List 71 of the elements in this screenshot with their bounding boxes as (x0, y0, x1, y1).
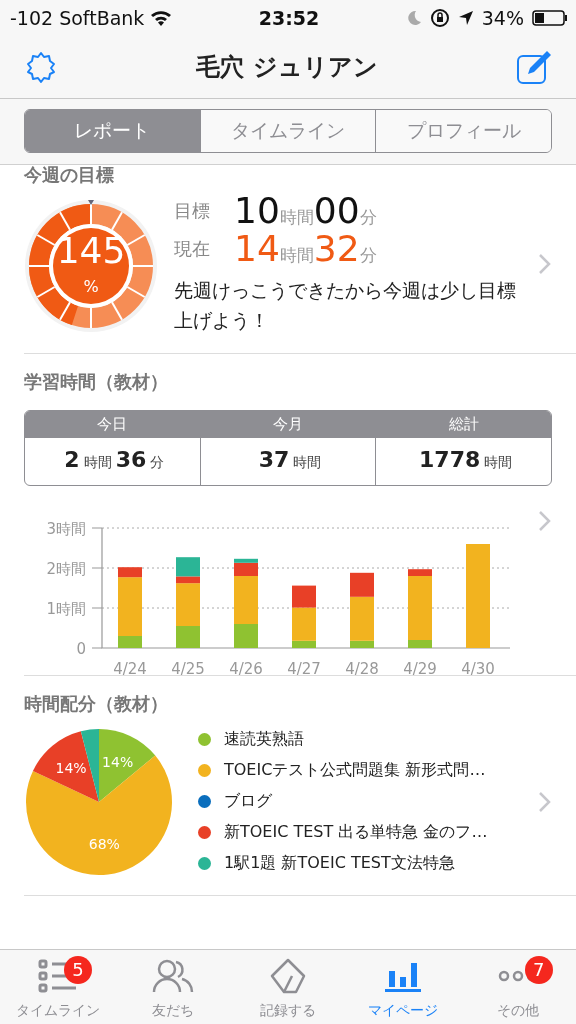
time-value: 37 (258, 447, 290, 472)
people-icon (151, 959, 194, 993)
slice-label: 14% (102, 753, 134, 770)
tab-bar-item[interactable]: 記録する (230, 950, 346, 1024)
chevron-right-icon[interactable] (538, 790, 552, 813)
segment-tab[interactable]: レポート (25, 110, 200, 152)
time-value: 36 (115, 447, 147, 472)
axis-label: 4/26 (229, 660, 263, 676)
settings-icon[interactable] (24, 50, 58, 84)
minutes-unit: 分 (359, 207, 377, 229)
minutes-unit: 分 (359, 244, 377, 267)
column-header: 今日 (25, 411, 200, 438)
battery-icon (532, 10, 568, 26)
hours-value: 10 (234, 191, 280, 231)
axis-label: 1時間 (46, 600, 86, 618)
hours-unit: 時間 (279, 244, 314, 267)
axis-label: 4/28 (345, 660, 379, 676)
hours-unit: 時間 (279, 206, 314, 229)
percent-unit: % (82, 277, 100, 296)
axis-label: 4/25 (171, 660, 205, 676)
segment-tab[interactable]: プロフィール (375, 110, 551, 152)
row-label: 目標 (174, 199, 211, 223)
axis-label: 4/29 (403, 660, 437, 676)
time-value: 2 (64, 447, 80, 472)
wifi-icon (150, 10, 173, 26)
section-heading: 時間配分（教材） (24, 692, 169, 716)
chevron-right-icon[interactable] (538, 253, 552, 275)
legend-label: 1駅1題 新TOEIC TEST文法特急 (224, 853, 455, 874)
legend-label: 新TOEIC TEST 出る単特急 金のフ… (224, 822, 488, 843)
moon-icon (405, 10, 422, 26)
slice-label: 14% (55, 759, 87, 776)
tab-bar-item[interactable]: タイムライン 5 (0, 950, 116, 1024)
tab-bar-item[interactable]: マイページ (345, 950, 461, 1024)
axis-label: 2時間 (46, 560, 86, 578)
page-title: 毛穴 ジュリアン (196, 52, 378, 83)
hours-value: 14 (234, 229, 280, 269)
time-unit: 時間 (484, 454, 513, 472)
goal-comment: 先週けっこうできたから今週は少し目標上げよう！ (174, 278, 517, 333)
legend-label: 速読英熟語 (224, 729, 304, 750)
minutes-value: 00 (313, 191, 360, 231)
minutes-value: 32 (313, 229, 360, 269)
column-header: 総計 (376, 411, 551, 438)
time-unit: 時間 (293, 454, 322, 472)
notification-badge: 7 (524, 956, 553, 984)
section-heading: 今週の目標 (24, 165, 115, 185)
rotation-lock-icon (429, 8, 450, 28)
time-unit: 分 (150, 454, 165, 472)
chevron-right-icon[interactable] (538, 510, 552, 532)
percent-value: 145 (55, 231, 127, 271)
tab-bar-item[interactable]: その他 7 (460, 950, 576, 1024)
carrier-text: -102 SoftBank (10, 7, 145, 29)
location-arrow-icon (457, 10, 474, 26)
axis-label: 4/30 (461, 660, 495, 676)
eraser-icon (270, 958, 306, 994)
battery-percent: 34% (481, 7, 524, 29)
section-heading: 学習時間（教材） (24, 370, 169, 394)
axis-label: 0 (76, 640, 86, 658)
row-label: 現在 (174, 237, 211, 261)
axis-label: 4/27 (287, 660, 321, 676)
time-value: 1778 (419, 447, 481, 472)
legend-label: ブログ (224, 791, 272, 812)
edit-icon[interactable] (516, 49, 552, 85)
legend-label: TOEICテスト公式問題集 新形式問… (224, 760, 486, 781)
axis-label: 3時間 (46, 520, 86, 538)
axis-label: 4/24 (113, 660, 147, 676)
clock-text: 23:52 (258, 7, 320, 29)
slice-label: 68% (88, 835, 120, 852)
tab-bar-item[interactable]: 友だち (115, 950, 231, 1024)
column-header: 今月 (200, 411, 376, 438)
notification-badge: 5 (64, 956, 92, 984)
time-unit: 時間 (83, 454, 112, 472)
